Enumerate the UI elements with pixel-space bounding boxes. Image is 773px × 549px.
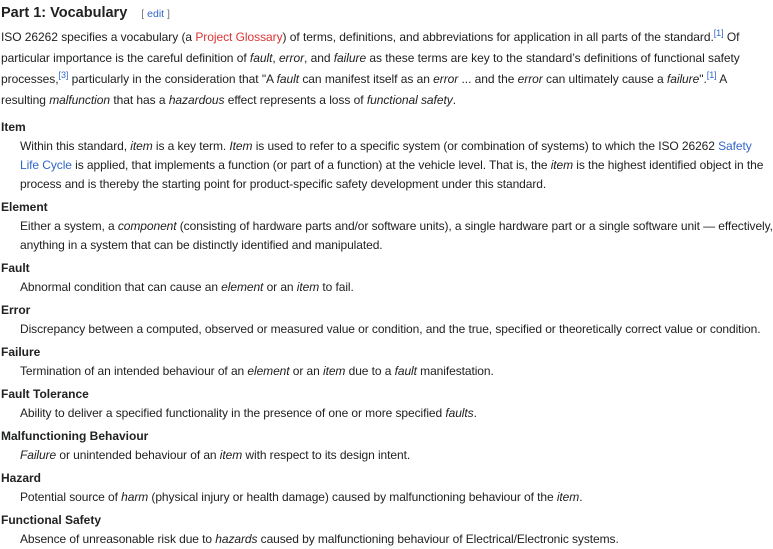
text-run: caused by malfunctioning behaviour of El… <box>257 532 619 546</box>
italic-term: harm <box>121 490 149 504</box>
section-heading: Part 1: Vocabulary [ edit ] <box>1 0 773 27</box>
text-run: that has a <box>110 93 169 107</box>
italic-term: fault <box>276 72 300 86</box>
text-run: Within this standard, <box>20 139 131 153</box>
text-run: Either a system, a <box>20 219 118 233</box>
text-run: . <box>452 93 456 107</box>
italic-term: component <box>117 219 177 233</box>
italic-term: item <box>130 139 153 153</box>
citation-link[interactable]: [1] <box>714 28 724 38</box>
term-definition: Failure or unintended behaviour of an it… <box>20 446 773 465</box>
term-malfunctioning-behaviour: Malfunctioning Behaviour <box>1 429 149 443</box>
italic-term: hazards <box>215 532 258 546</box>
term-functional-safety: Functional Safety <box>1 513 102 527</box>
text-run: Discrepancy between a computed, observed… <box>20 322 761 336</box>
text-run: . <box>579 490 583 504</box>
term-element: Element <box>1 200 48 214</box>
text-run: is a key term. <box>152 139 230 153</box>
italic-term: item <box>556 490 580 504</box>
term-fault: Fault <box>1 261 30 275</box>
text-run: ISO 26262 specifies a vocabulary (a <box>1 30 196 44</box>
text-run: can manifest itself as an <box>299 72 434 86</box>
italic-term: element <box>221 280 264 294</box>
text-run: Ability to deliver a specified functiona… <box>20 406 446 420</box>
term-definition: Potential source of harm (physical injur… <box>20 488 773 507</box>
italic-term: item <box>219 448 243 462</box>
edit-bracket-close: ] <box>164 8 170 20</box>
text-run: Potential source of <box>20 490 122 504</box>
citation-link[interactable]: [1] <box>707 70 717 80</box>
term-definition: Within this standard, item is a key term… <box>20 137 773 194</box>
term-definition: Discrepancy between a computed, observed… <box>20 320 773 339</box>
term-definition: Termination of an intended behaviour of … <box>20 362 773 381</box>
edit-link[interactable]: edit <box>147 8 164 20</box>
term-definition: Either a system, a component (consisting… <box>20 217 773 255</box>
text-run: is used to refer to a specific system (o… <box>252 139 719 153</box>
italic-term: item <box>550 158 574 172</box>
definition-list: Item Within this standard, item is a key … <box>1 117 773 549</box>
text-run: or unintended behaviour of an <box>56 448 220 462</box>
text-run: ". <box>699 72 707 86</box>
text-run: particularly in the consideration that "… <box>68 72 277 86</box>
italic-term: error <box>278 51 305 65</box>
italic-term: element <box>247 364 290 378</box>
italic-term: faults <box>445 406 474 420</box>
intro-paragraph: ISO 26262 specifies a vocabulary (a Proj… <box>1 27 773 111</box>
italic-term: error <box>433 72 459 86</box>
text-run: , <box>272 51 279 65</box>
term-definition: Ability to deliver a specified functiona… <box>20 404 773 423</box>
text-run: is applied, that implements a function (… <box>71 158 551 172</box>
term-failure: Failure <box>1 345 41 359</box>
italic-term: malfunction <box>49 93 111 107</box>
edit-section: [ edit ] <box>141 8 170 20</box>
italic-term: error <box>517 72 543 86</box>
term-error: Error <box>1 303 31 317</box>
text-run: Absence of unreasonable risk due to <box>20 532 216 546</box>
text-run: , and <box>304 51 334 65</box>
text-run: with respect to its design intent. <box>242 448 411 462</box>
italic-term: fault <box>249 51 273 65</box>
term-definition: Abnormal condition that can cause an ele… <box>20 278 773 297</box>
italic-term: item <box>323 364 346 378</box>
text-run: (physical injury or health damage) cause… <box>148 490 557 504</box>
italic-term: failure <box>666 72 700 86</box>
section-title: Part 1: Vocabulary <box>1 5 128 21</box>
text-run: or an <box>263 280 297 294</box>
text-run: manifestation. <box>416 364 494 378</box>
italic-term: Failure <box>20 448 57 462</box>
missing-page-link[interactable]: Project Glossary <box>195 30 282 44</box>
italic-term: Item <box>229 139 253 153</box>
italic-term: failure <box>333 51 367 65</box>
text-run: . <box>473 406 477 420</box>
text-run: effect represents a loss of <box>224 93 367 107</box>
vocabulary-section: Part 1: Vocabulary [ edit ] ISO 26262 sp… <box>0 0 773 549</box>
text-run: can ultimately cause a <box>542 72 667 86</box>
text-run: Abnormal condition that can cause an <box>20 280 222 294</box>
term-item: Item <box>1 120 26 134</box>
citation-link[interactable]: [3] <box>59 70 69 80</box>
term-fault-tolerance: Fault Tolerance <box>1 387 89 401</box>
term-hazard: Hazard <box>1 471 42 485</box>
italic-term: item <box>296 280 320 294</box>
text-run: ) of terms, definitions, and abbreviatio… <box>282 30 714 44</box>
text-run: ... and the <box>458 72 518 86</box>
text-run: or an <box>289 364 323 378</box>
italic-term: functional safety <box>366 93 453 107</box>
text-run: due to a <box>345 364 395 378</box>
text-run: to fail. <box>319 280 354 294</box>
italic-term: hazardous <box>168 93 225 107</box>
italic-term: fault <box>394 364 417 378</box>
text-run: Termination of an intended behaviour of … <box>20 364 248 378</box>
term-definition: Absence of unreasonable risk due to haza… <box>20 530 773 549</box>
